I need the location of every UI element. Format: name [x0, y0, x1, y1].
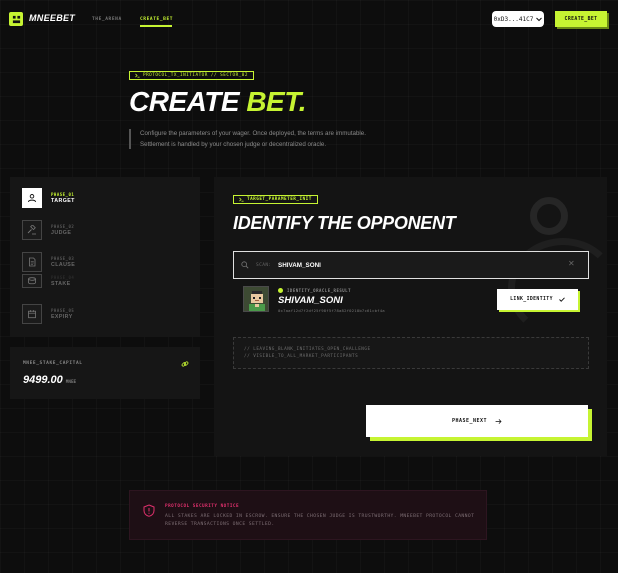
calendar-icon — [22, 304, 42, 324]
oracle-result-text: IDENTITY_ORACLE_RESULT — [287, 288, 351, 293]
step-label: CLAUSE — [51, 262, 76, 268]
nav-active-underline — [140, 25, 172, 27]
stake-capital-panel: MNEE_STAKE_CAPITAL 9499.00 MNEE — [10, 347, 200, 399]
search-prefix: SCAN: — [256, 263, 272, 268]
oracle-result-label: IDENTITY_ORACLE_RESULT — [278, 288, 351, 293]
hero-description-line1: Configure the parameters of your wager. … — [140, 130, 366, 137]
step-label: STAKE — [51, 281, 71, 287]
step-stake[interactable]: PHASE_04 STAKE — [22, 274, 74, 288]
note-line: // VISIBLE_TO_ALL_MARKET_PARTICIPANTS — [244, 354, 359, 359]
protocol-tag: PROTOCOL_TX_INITIATOR // SECTOR_02 — [129, 71, 254, 80]
link-identity-label: LINK_IDENTITY — [510, 297, 553, 302]
nav-create-bet[interactable]: CREATE_BET — [140, 17, 173, 22]
shield-icon — [143, 504, 155, 517]
step-label: EXPIRY — [51, 314, 73, 320]
verified-icon — [278, 288, 283, 293]
avatar — [243, 286, 269, 312]
result-address: 0x7aaf12d7f2df25f98f5f78a82f0218b7c61cbf… — [278, 308, 385, 313]
page-title-accent: BET. — [246, 86, 307, 117]
step-clause[interactable]: PHASE_03 CLAUSE — [22, 252, 75, 272]
create-bet-button[interactable]: CREATE_BET — [555, 11, 607, 27]
phase-next-label: PHASE_NEXT — [451, 418, 488, 424]
wallet-button[interactable]: 0xD3...41C7 — [492, 11, 544, 27]
open-challenge-note: // LEAVING_BLANK_INITIATES_OPEN_CHALLENG… — [233, 337, 589, 369]
step-phase: PHASE_01 — [51, 192, 75, 197]
search-icon — [241, 261, 249, 269]
step-judge[interactable]: PHASE_02 JUDGE — [22, 220, 74, 240]
step-phase: PHASE_04 — [51, 275, 75, 280]
result-name: SHIVAM_SONI — [278, 295, 343, 306]
note-line: // LEAVING_BLANK_INITIATES_OPEN_CHALLENG… — [244, 347, 371, 352]
stake-value: 9499.00 MNEE — [23, 374, 76, 386]
arrow-right-icon — [495, 418, 502, 424]
document-icon — [22, 252, 42, 272]
identity-result: IDENTITY_ORACLE_RESULT SHIVAM_SONI 0x7aa… — [233, 280, 589, 318]
link-icon — [181, 360, 189, 370]
hero-description: Configure the parameters of your wager. … — [140, 129, 400, 150]
decorative-ring — [530, 197, 568, 235]
steps-panel: PHASE_01 TARGET PHASE_02 JUDGE PHASE_03 … — [10, 177, 200, 337]
phase-next-button[interactable]: PHASE_NEXT — [366, 405, 588, 437]
nav-the-arena[interactable]: THE_ARENA — [92, 17, 122, 22]
page-title: CREATE BET. — [129, 86, 307, 117]
stake-unit: MNEE — [65, 380, 77, 385]
terminal-icon — [239, 197, 244, 202]
wallet-address: 0xD3...41C7 — [493, 15, 534, 23]
hero-divider — [129, 129, 131, 149]
step-phase: PHASE_05 — [51, 308, 75, 313]
hero-description-line2: Settlement is handled by your chosen jud… — [140, 140, 327, 148]
stake-title: MNEE_STAKE_CAPITAL — [23, 361, 83, 366]
step-phase: PHASE_03 — [51, 256, 75, 261]
coins-icon — [22, 274, 42, 288]
step-label: JUDGE — [51, 230, 72, 236]
step-expiry[interactable]: PHASE_05 EXPIRY — [22, 304, 74, 324]
notice-body: ALL STAKES ARE LOCKED IN ESCROW. ENSURE … — [165, 514, 475, 527]
security-notice: PROTOCOL SECURITY NOTICE ALL STAKES ARE … — [129, 490, 487, 540]
target-parameter-label: TARGET_PARAMETER_INIT — [247, 197, 312, 202]
chevron-down-icon — [536, 17, 543, 21]
opponent-search: SCAN: ✕ — [233, 251, 589, 279]
protocol-tag-label: PROTOCOL_TX_INITIATOR // SECTOR_02 — [143, 73, 248, 78]
step-phase: PHASE_02 — [51, 224, 75, 229]
user-icon — [22, 188, 42, 208]
logo-icon[interactable] — [9, 12, 23, 26]
notice-title: PROTOCOL SECURITY NOTICE — [165, 504, 240, 509]
target-parameter-tag: TARGET_PARAMETER_INIT — [233, 195, 318, 204]
page-title-main: CREATE — [129, 86, 240, 117]
section-title: IDENTIFY THE OPPONENT — [233, 213, 456, 233]
link-identity-button[interactable]: LINK_IDENTITY — [497, 289, 578, 310]
step-label: TARGET — [51, 198, 75, 204]
step-target[interactable]: PHASE_01 TARGET — [22, 188, 75, 208]
gavel-icon — [22, 220, 42, 240]
check-icon — [559, 297, 565, 302]
close-icon[interactable]: ✕ — [568, 260, 575, 268]
opponent-search-input[interactable] — [278, 258, 558, 272]
stake-amount: 9499.00 — [23, 374, 63, 386]
terminal-icon — [135, 73, 140, 78]
logo-text[interactable]: MNEEBET — [29, 13, 75, 23]
